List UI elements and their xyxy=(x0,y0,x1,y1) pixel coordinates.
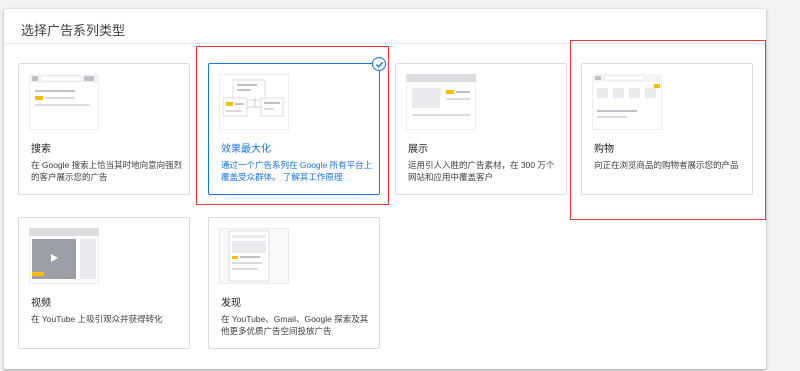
card-discovery[interactable]: 发现 在 YouTube、Gmail、Google 探索及其他更多优质广告空间投… xyxy=(208,217,380,349)
card-video[interactable]: 视频 在 YouTube 上吸引观众并获得转化 xyxy=(18,217,190,349)
panel-title: 选择广告系列类型 xyxy=(21,23,126,38)
card-search[interactable]: 搜索 在 Google 搜索上恰当其时地向意向强烈的客户展示您的广告 xyxy=(18,63,190,195)
card-shopping-desc: 向正在浏览商品的购物者展示您的产品 xyxy=(594,160,739,170)
card-shopping-name: 购物 xyxy=(594,144,614,155)
card-display-desc: 运用引人入胜的广告素材，在 300 万个网站和应用中覆盖客户 xyxy=(408,160,555,182)
card-video-desc: 在 YouTube 上吸引观众并获得转化 xyxy=(31,314,163,324)
card-video-name: 视频 xyxy=(31,298,51,309)
display-thumbnail xyxy=(406,74,476,130)
card-search-desc: 在 Google 搜索上恰当其时地向意向强烈的客户展示您的广告 xyxy=(31,160,183,182)
card-shopping[interactable]: 购物 向正在浏览商品的购物者展示您的产品 xyxy=(581,63,753,195)
campaign-type-panel: 选择广告系列类型 搜索 在 Google 搜索上恰当其时地向意向强烈的客户展示您… xyxy=(4,9,766,369)
shopping-thumbnail xyxy=(592,74,662,130)
card-performance-max-desc: 通过一个广告系列在 Google 所有平台上覆盖受众群体。 了解其工作原理 xyxy=(221,159,373,183)
card-discovery-name: 发现 xyxy=(221,298,241,309)
card-performance-max-name: 效果最大化 xyxy=(221,144,271,155)
discovery-thumbnail xyxy=(219,228,289,284)
search-thumbnail xyxy=(29,74,99,130)
check-circle-icon xyxy=(372,57,386,71)
divider xyxy=(4,43,766,44)
card-discovery-desc: 在 YouTube、Gmail、Google 探索及其他更多优质广告空间投放广告 xyxy=(221,314,369,336)
video-thumbnail xyxy=(29,228,99,284)
learn-more-link[interactable]: 了解其工作原理 xyxy=(283,172,343,182)
card-display-name: 展示 xyxy=(408,144,428,155)
card-display[interactable]: 展示 运用引人入胜的广告素材，在 300 万个网站和应用中覆盖客户 xyxy=(395,63,567,195)
card-performance-max[interactable]: 效果最大化 通过一个广告系列在 Google 所有平台上覆盖受众群体。 了解其工… xyxy=(208,57,386,195)
performance-max-thumbnail xyxy=(219,74,289,130)
card-search-name: 搜索 xyxy=(31,144,51,155)
